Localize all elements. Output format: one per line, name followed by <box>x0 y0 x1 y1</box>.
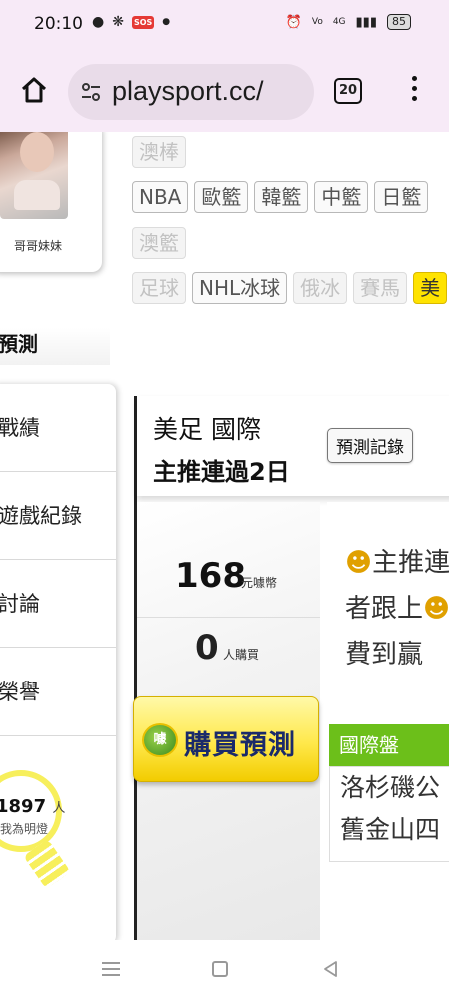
tag-japan-basketball[interactable]: 日籃 <box>374 181 429 213</box>
alarm-icon: ⏰ <box>285 14 302 30</box>
prediction-header: 美足 國際 主推連過2日 預測記錄 <box>137 396 449 496</box>
message-icon: ● <box>92 14 105 30</box>
section-title: 預測 <box>0 332 38 356</box>
price-box: 168 元噱幣 <box>137 526 320 618</box>
tag-soccer[interactable]: 足球 <box>132 272 186 304</box>
dot-icon: ● <box>162 17 171 27</box>
signal-icon: ▮▮▮ <box>355 14 377 30</box>
price-panel: 168 元噱幣 0 人購買 噱 購買預測 <box>133 502 320 940</box>
browser-toolbar: playsport.cc/ 20 <box>0 50 449 132</box>
profile-name[interactable]: 哥哥妹妹 <box>14 237 62 254</box>
tag-nba[interactable]: NBA <box>132 181 189 213</box>
status-icons-right: ⏰ Vo 4G ▮▮▮ 85 <box>286 14 411 30</box>
tag-row-3: 澳籃 <box>132 227 186 259</box>
coin-icon: 噱 <box>142 723 178 757</box>
light-label[interactable]: 加我為明燈 <box>0 820 48 837</box>
recent-apps-icon[interactable] <box>102 962 120 976</box>
menu-item-game-log[interactable]: 遊戲紀錄 <box>0 472 116 560</box>
profile-card[interactable]: 哥哥妹妹 <box>0 132 102 272</box>
tag-american-football[interactable]: 美 <box>413 272 448 304</box>
status-icons-left: ● ❋ SOS ● <box>92 14 170 30</box>
tag-russia-hockey[interactable]: 俄冰 <box>293 272 348 304</box>
network-label: 4G <box>332 17 346 27</box>
site-settings-icon[interactable] <box>80 81 102 103</box>
back-icon[interactable] <box>322 960 340 978</box>
tag-row-2: NBA 歐籃 韓籃 中籃 日籃 <box>132 181 429 213</box>
address-bar[interactable]: playsport.cc/ <box>68 64 314 120</box>
light-widget[interactable]: 1897 人 加我為明燈 <box>0 762 80 902</box>
league-name: 美足 國際 <box>153 415 261 444</box>
team-2: 舊金山四 <box>340 815 441 844</box>
tag-row-1: 澳棒 <box>132 136 186 168</box>
team-1: 洛杉磯公 <box>340 773 441 802</box>
tab-switcher-button[interactable]: 20 <box>334 78 362 104</box>
nav-home-icon[interactable] <box>212 961 228 977</box>
avatar[interactable] <box>0 132 68 219</box>
menu-item-record[interactable]: 戰績 <box>0 384 116 472</box>
buyers-count: 0 <box>195 628 219 668</box>
tag-aus-basketball[interactable]: 澳籃 <box>132 227 186 259</box>
side-menu: 戰績 遊戲紀錄 討論 榮譽 1897 人 加我為明燈 <box>0 384 116 940</box>
matchup-box[interactable]: 洛杉磯公 舊金山四 <box>329 766 449 862</box>
tag-row-4: 足球 NHL冰球 俄冰 賽馬 美 <box>132 272 448 304</box>
prediction-record-button[interactable]: 預測記錄 <box>327 428 413 463</box>
tag-korea-basketball[interactable]: 韓籃 <box>254 181 309 213</box>
streak-text: 主推連過2日 <box>153 458 290 486</box>
price-unit: 元噱幣 <box>241 576 278 590</box>
promo-panel: ☻主推連 者跟上☻ 費到贏 國際盤 洛杉磯公 舊金山四 <box>327 502 449 940</box>
overflow-menu-icon[interactable] <box>408 76 420 106</box>
tag-horse-racing[interactable]: 賽馬 <box>353 272 408 304</box>
menu-item-honor[interactable]: 榮譽 <box>0 648 116 736</box>
light-count: 1897 人 <box>0 796 66 817</box>
star-eyes-emoji-icon: ☻ <box>423 594 449 624</box>
buy-prediction-label: 購買預測 <box>184 730 296 761</box>
tag-aus-baseball[interactable]: 澳棒 <box>132 136 186 168</box>
buy-prediction-button[interactable]: 噱 購買預測 <box>133 696 319 782</box>
star-eyes-emoji-icon: ☻ <box>345 548 373 578</box>
page-content: 哥哥妹妹 澳棒 NBA 歐籃 韓籃 中籃 日籃 澳籃 足球 NHL冰球 俄冰 賽… <box>0 132 449 940</box>
fan-icon: ❋ <box>112 14 124 30</box>
tag-china-basketball[interactable]: 中籃 <box>314 181 369 213</box>
buyers-unit: 人購買 <box>223 648 260 662</box>
tag-nhl[interactable]: NHL冰球 <box>192 272 288 304</box>
market-label: 國際盤 <box>329 724 449 766</box>
battery-icon: 85 <box>387 14 411 30</box>
status-time: 20:10 <box>34 14 83 34</box>
promo-text: ☻主推連 者跟上☻ 費到贏 <box>345 548 449 670</box>
system-nav-bar <box>0 940 449 1000</box>
status-bar: 20:10 ● ❋ SOS ● ⏰ Vo 4G ▮▮▮ 85 <box>0 0 449 50</box>
sos-icon: SOS <box>131 15 155 29</box>
tag-euro-basketball[interactable]: 歐籃 <box>194 181 249 213</box>
home-icon[interactable] <box>18 74 50 106</box>
url-text[interactable]: playsport.cc/ <box>112 76 308 107</box>
menu-item-discussion[interactable]: 討論 <box>0 560 116 648</box>
price-value: 168 <box>175 556 246 596</box>
prediction-card: 美足 國際 主推連過2日 預測記錄 168 元噱幣 0 人購買 噱 購買預測 ☻… <box>133 396 449 940</box>
volte-icon: Vo <box>311 17 323 27</box>
